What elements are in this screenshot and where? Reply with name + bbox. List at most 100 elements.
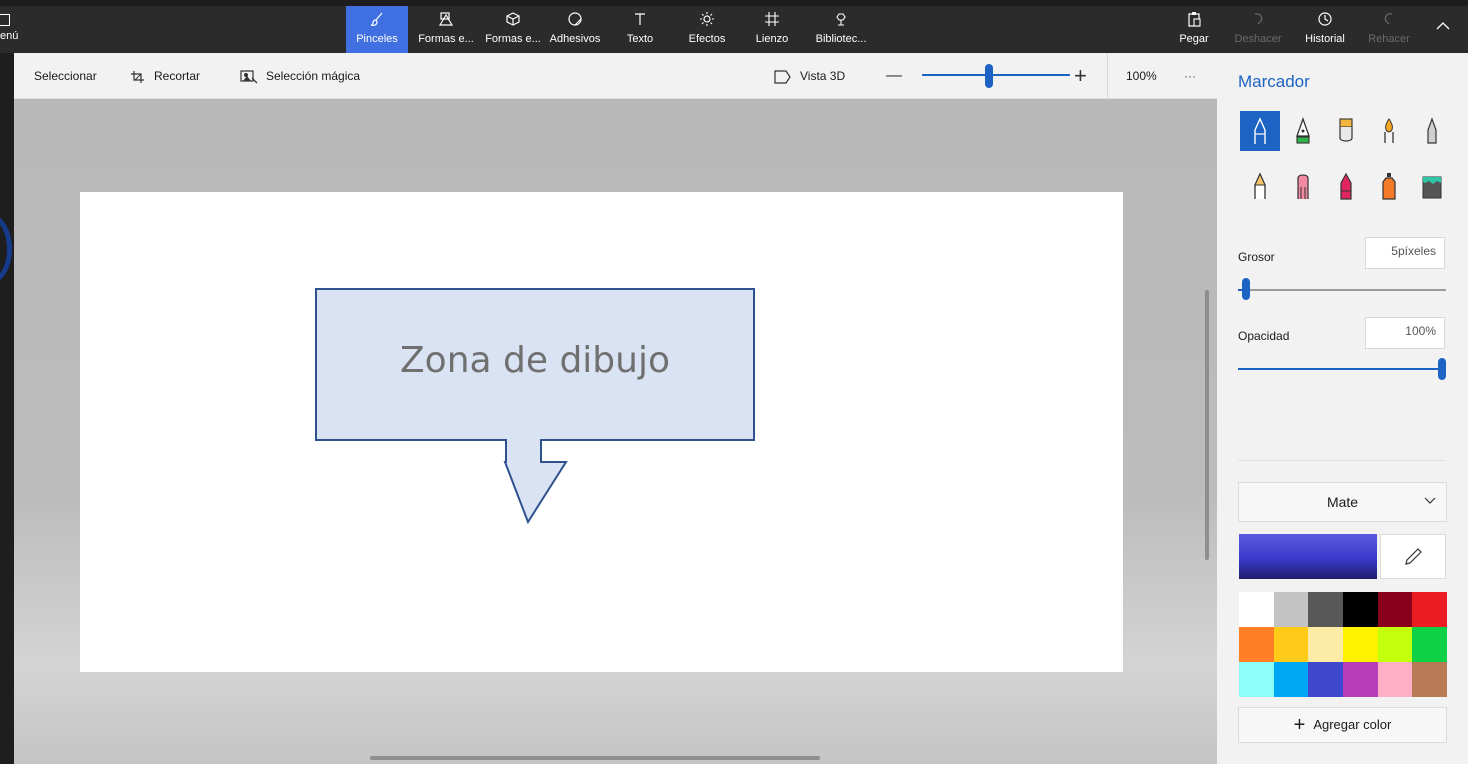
color-swatch[interactable] [1239, 592, 1274, 627]
watercolor-icon [1384, 118, 1394, 143]
fill-bucket-brush[interactable] [1412, 166, 1452, 206]
crayon-brush[interactable] [1326, 166, 1366, 206]
color-palette [1239, 592, 1447, 697]
tools-bar: Seleccionar Recortar Selección mágica Vi… [14, 53, 1217, 99]
callout-shape[interactable] [315, 288, 755, 524]
menu-icon [0, 14, 10, 26]
more-options-button[interactable]: ··· [1184, 53, 1196, 99]
color-swatch[interactable] [1308, 662, 1343, 697]
color-swatch[interactable] [1308, 627, 1343, 662]
top-ribbon: enú Pinceles Formas e... Formas e... Adh… [0, 0, 1468, 53]
vertical-scrollbar[interactable] [1205, 290, 1209, 560]
more-icon: ··· [1184, 69, 1196, 83]
color-swatch[interactable] [1377, 592, 1413, 627]
horizontal-scrollbar[interactable] [370, 756, 820, 760]
eraser-brush[interactable] [1283, 166, 1323, 206]
tab-brushes[interactable]: Pinceles [346, 6, 408, 53]
oil-brush[interactable] [1326, 111, 1366, 151]
effects-icon [683, 11, 731, 31]
paste-button[interactable]: Pegar [1176, 6, 1212, 53]
history-label: Historial [1305, 33, 1345, 45]
finish-value: Mate [1326, 494, 1359, 510]
current-color-swatch[interactable] [1239, 534, 1377, 579]
finish-dropdown[interactable]: Mate [1238, 482, 1447, 522]
calligraphy-pen-icon [1296, 117, 1310, 144]
opacity-input[interactable]: 100% [1365, 317, 1445, 349]
color-swatch[interactable] [1377, 662, 1413, 697]
add-color-label: Agregar color [1313, 717, 1392, 732]
color-swatch[interactable] [1273, 627, 1309, 662]
color-swatch[interactable] [1412, 662, 1447, 697]
tab-stickers[interactable]: Adhesivos [546, 6, 604, 53]
left-window-edge [0, 53, 14, 764]
tab-3d-shapes[interactable]: Formas e... [480, 6, 546, 53]
zoom-level[interactable]: 100% [1126, 53, 1157, 99]
tab-library[interactable]: Bibliotec... [808, 6, 874, 53]
color-swatch[interactable] [1273, 592, 1309, 627]
color-swatch[interactable] [1343, 662, 1378, 697]
add-color-button[interactable]: + Agregar color [1238, 707, 1447, 743]
color-swatch[interactable] [1412, 627, 1447, 662]
zoom-in-label: + [1074, 63, 1087, 88]
zoom-out-button[interactable]: — [886, 53, 902, 99]
calligraphy-pen-brush[interactable] [1283, 111, 1323, 151]
watercolor-brush[interactable] [1369, 111, 1409, 151]
color-swatch[interactable] [1308, 592, 1343, 627]
crop-label: Recortar [154, 69, 201, 83]
thickness-input[interactable]: 5píxeles [1365, 237, 1445, 269]
select-button[interactable]: Seleccionar [34, 53, 97, 99]
color-swatch[interactable] [1239, 662, 1274, 697]
color-swatch[interactable] [1343, 627, 1378, 662]
thickness-slider-thumb[interactable] [1242, 278, 1251, 300]
tab-label: Pinceles [356, 33, 398, 45]
collapse-ribbon-icon[interactable] [1436, 19, 1450, 33]
menu-button[interactable]: enú [0, 10, 40, 46]
view-3d-label: Vista 3D [800, 69, 846, 83]
tab-canvas[interactable]: Lienzo [750, 6, 794, 53]
toolbar-divider [1107, 53, 1108, 99]
thickness-slider-track[interactable] [1238, 289, 1446, 291]
eyedropper-icon [1405, 547, 1422, 565]
undo-icon [1232, 11, 1284, 31]
zoom-slider-thumb[interactable] [984, 64, 993, 88]
tab-label: Formas e... [418, 33, 474, 45]
color-swatch[interactable] [1377, 627, 1413, 662]
select-label: Seleccionar [34, 69, 97, 83]
magic-select-label: Selección mágica [266, 69, 361, 83]
magic-select-button[interactable]: Selección mágica [240, 53, 360, 99]
chevron-down-icon [1424, 497, 1436, 504]
paste-label: Pegar [1179, 33, 1209, 45]
opacity-slider-thumb[interactable] [1438, 358, 1446, 380]
pencil-brush[interactable] [1240, 166, 1280, 206]
color-swatch[interactable] [1412, 592, 1447, 627]
eyedropper-button[interactable] [1380, 534, 1446, 579]
view-3d-button[interactable]: Vista 3D [774, 53, 845, 99]
paste-icon [1176, 11, 1212, 31]
zoom-in-button[interactable]: + [1074, 53, 1087, 99]
undo-button[interactable]: Deshacer [1232, 6, 1284, 53]
tab-label: Formas e... [485, 33, 541, 45]
marker-brush[interactable] [1240, 111, 1280, 151]
redo-label: Rehacer [1368, 33, 1410, 45]
pixel-pen-icon [1427, 117, 1437, 144]
tab-label: Bibliotec... [815, 33, 867, 45]
zoom-slider-track[interactable] [922, 74, 1070, 76]
history-button[interactable]: Historial [1300, 6, 1350, 53]
opacity-slider-track[interactable] [1238, 368, 1446, 370]
spray-can-brush[interactable] [1369, 166, 1409, 206]
color-swatch[interactable] [1273, 662, 1309, 697]
text-icon [620, 11, 660, 31]
color-swatch[interactable] [1239, 627, 1274, 662]
crop-button[interactable]: Recortar [130, 53, 200, 99]
tab-text[interactable]: Texto [620, 6, 660, 53]
pixel-pen-brush[interactable] [1412, 111, 1452, 151]
panel-title: Marcador [1238, 72, 1310, 91]
menu-label: enú [0, 30, 19, 42]
redo-button[interactable]: Rehacer [1364, 6, 1414, 53]
tab-2d-shapes[interactable]: Formas e... [412, 6, 480, 53]
library-icon [808, 11, 874, 31]
tab-effects[interactable]: Efectos [683, 6, 731, 53]
oil-brush-icon [1339, 118, 1353, 142]
color-swatch[interactable] [1343, 592, 1378, 627]
eraser-icon [1297, 174, 1309, 199]
